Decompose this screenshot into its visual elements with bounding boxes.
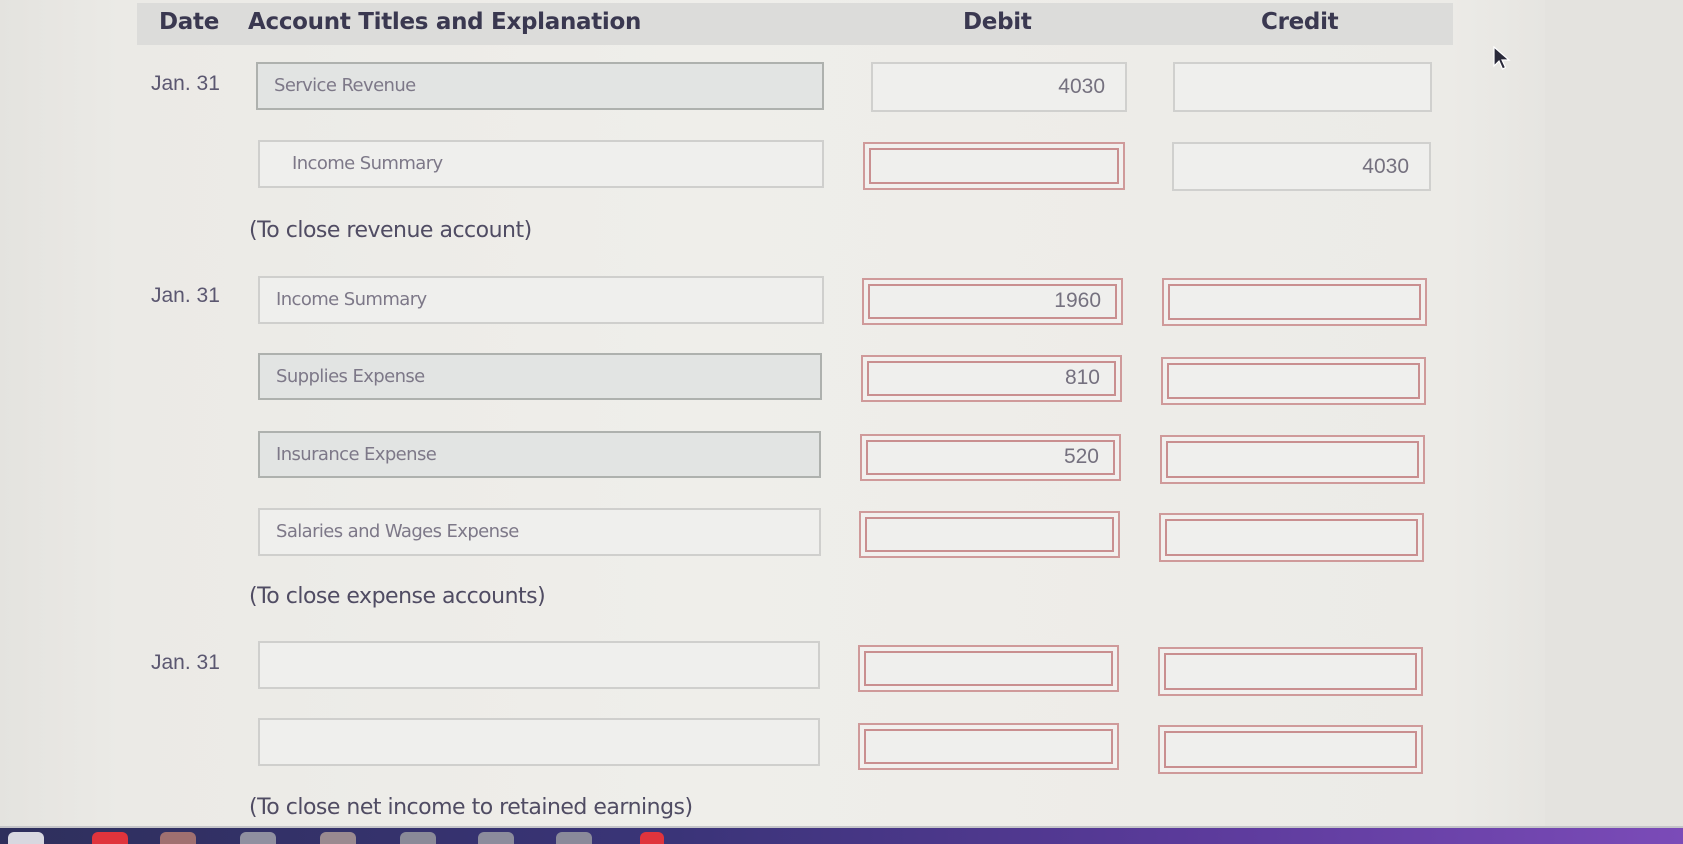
account-field[interactable]: Insurance Expense <box>258 431 821 478</box>
taskbar-app-icon[interactable] <box>92 832 128 844</box>
journal-header: Date Account Titles and Explanation Debi… <box>137 3 1453 45</box>
account-field[interactable]: Service Revenue <box>256 62 824 110</box>
header-credit: Credit <box>1261 9 1339 35</box>
screen <box>0 0 1683 826</box>
entry-date: Jan. 31 <box>151 284 220 307</box>
page-margin <box>1545 0 1683 826</box>
debit-field[interactable]: 1960 <box>862 278 1123 325</box>
account-field[interactable] <box>258 718 820 766</box>
debit-field[interactable] <box>858 645 1119 692</box>
entry-explanation: (To close expense accounts) <box>249 584 546 609</box>
credit-field[interactable]: 4030 <box>1172 142 1431 191</box>
taskbar-app-icon[interactable] <box>240 832 276 844</box>
header-debit: Debit <box>963 9 1032 35</box>
account-field[interactable] <box>258 641 820 689</box>
taskbar-app-icon[interactable] <box>478 832 514 844</box>
entry-explanation: (To close net income to retained earning… <box>249 795 693 820</box>
credit-field[interactable] <box>1159 513 1424 562</box>
entry-date: Jan. 31 <box>151 72 220 95</box>
credit-field[interactable] <box>1158 725 1423 774</box>
credit-field[interactable] <box>1160 435 1425 484</box>
account-field[interactable]: Salaries and Wages Expense <box>258 508 821 556</box>
credit-field[interactable] <box>1173 62 1432 112</box>
credit-field[interactable] <box>1162 278 1427 326</box>
taskbar-app-icon[interactable] <box>640 832 664 844</box>
account-field[interactable]: Income Summary <box>258 276 824 324</box>
credit-field[interactable] <box>1158 647 1423 696</box>
taskbar <box>0 826 1683 844</box>
mouse-cursor-icon <box>1493 46 1511 70</box>
taskbar-app-icon[interactable] <box>8 832 44 844</box>
header-account-titles: Account Titles and Explanation <box>248 9 642 35</box>
debit-field[interactable]: 4030 <box>871 62 1127 112</box>
account-field[interactable]: Income Summary <box>258 140 824 188</box>
taskbar-app-icon[interactable] <box>320 832 356 844</box>
debit-field[interactable] <box>859 511 1120 558</box>
entry-explanation: (To close revenue account) <box>249 218 532 243</box>
header-date: Date <box>159 9 220 35</box>
debit-field[interactable]: 520 <box>860 434 1121 481</box>
debit-field[interactable] <box>858 723 1119 770</box>
taskbar-app-icon[interactable] <box>400 832 436 844</box>
debit-field[interactable] <box>863 142 1125 190</box>
credit-field[interactable] <box>1161 357 1426 405</box>
taskbar-app-icon[interactable] <box>160 832 196 844</box>
taskbar-app-icon[interactable] <box>556 832 592 844</box>
debit-field[interactable]: 810 <box>861 355 1122 402</box>
entry-date: Jan. 31 <box>151 651 220 674</box>
account-field[interactable]: Supplies Expense <box>258 353 822 400</box>
